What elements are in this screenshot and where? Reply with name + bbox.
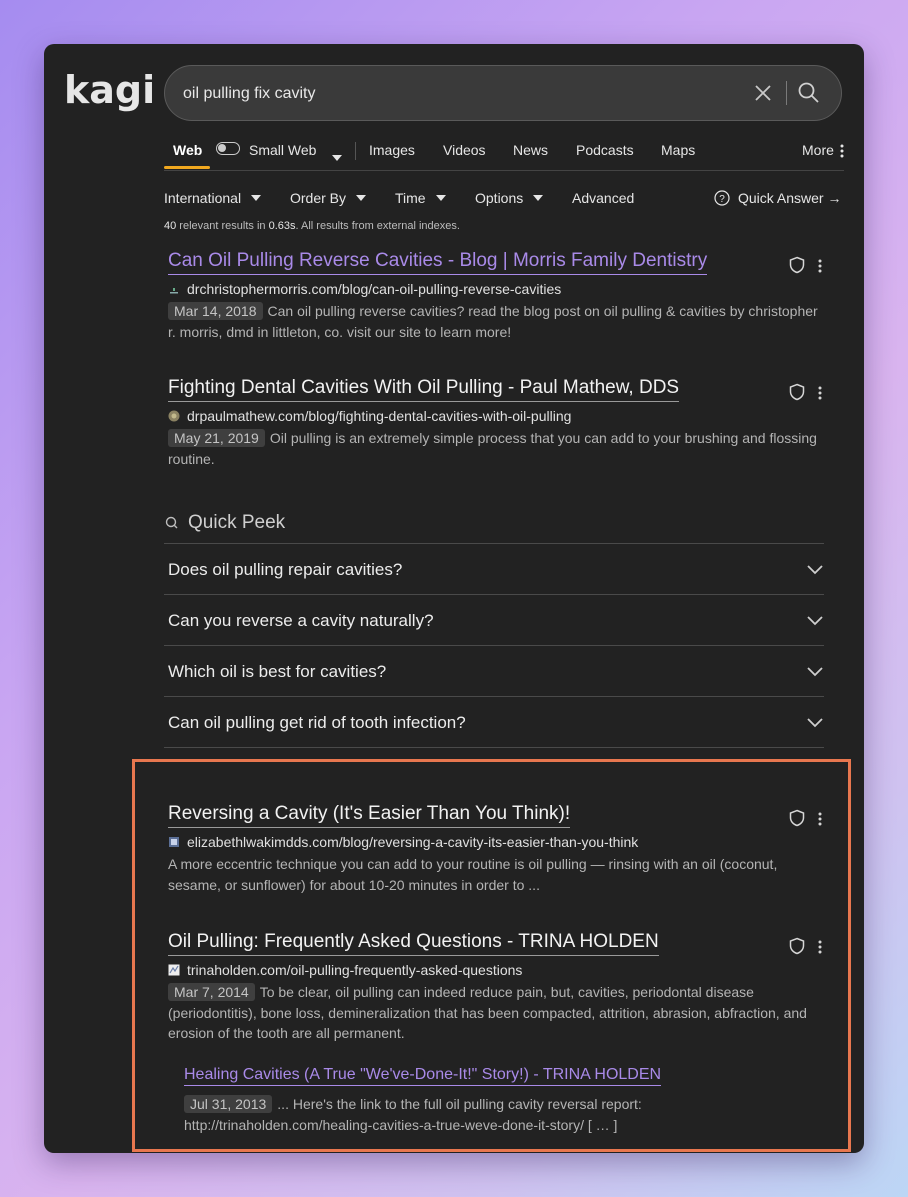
search-divider [786,81,787,105]
result-title-link[interactable]: Fighting Dental Cavities With Oil Pullin… [168,377,680,402]
quick-peek-question: Can you reverse a cavity naturally? [168,611,434,630]
result-title-link[interactable]: Can Oil Pulling Reverse Cavities - Blog … [168,250,708,275]
tab-web[interactable]: Web [173,142,202,158]
sub-result-snippet: Jul 31, 2013... Here's the link to the f… [184,1095,642,1133]
results-stats: 40 relevant results in 0.63s. All result… [164,220,460,232]
result-title-link[interactable]: Reversing a Cavity (It's Easier Than You… [168,803,571,828]
kebab-menu-icon[interactable] [818,258,822,274]
kagi-logo[interactable]: kagi [64,68,155,112]
chevron-down-icon [435,195,446,201]
result-url[interactable]: drchristophermorris.com/blog/can-oil-pul… [168,281,828,297]
quick-peek-question: Can oil pulling get rid of tooth infecti… [168,713,466,732]
kebab-menu-icon[interactable] [818,811,822,827]
search-nav: Web Small Web Images Videos News Podcast… [164,138,844,171]
quick-peek-icon [165,516,178,529]
chevron-down-icon [807,718,823,728]
filter-time[interactable]: Time [395,190,446,206]
filter-order-by[interactable]: Order By [290,190,367,206]
shield-icon[interactable] [788,937,806,955]
favicon-icon [170,288,178,294]
tab-maps[interactable]: Maps [661,142,695,158]
result-url[interactable]: elizabethlwakimdds.com/blog/reversing-a-… [168,834,828,850]
tab-images[interactable]: Images [369,142,415,158]
active-tab-indicator [164,166,210,169]
chevron-down-icon [251,195,262,201]
result-actions [788,256,828,276]
tab-news[interactable]: News [513,142,548,158]
browser-window: kagi Web Small Web Images Videos News Po… [44,44,864,1153]
filter-international[interactable]: International [164,190,262,206]
favicon-icon [169,837,179,847]
kebab-menu-icon[interactable] [818,385,822,401]
small-web-toggle[interactable] [216,142,240,155]
result-date: Mar 7, 2014 [168,983,255,1001]
search-input[interactable] [181,80,745,108]
result-date: Mar 14, 2018 [168,302,263,320]
filter-advanced[interactable]: Advanced [572,190,634,206]
nav-divider [355,142,356,160]
shield-icon[interactable] [788,256,806,274]
sub-result-title-link[interactable]: Healing Cavities (A True "We've-Done-It!… [184,1066,662,1086]
search-result: Reversing a Cavity (It's Easier Than You… [168,803,828,895]
chevron-down-icon [807,667,823,677]
result-date: May 21, 2019 [168,429,265,447]
favicon-icon [168,964,180,976]
result-actions [788,383,828,403]
more-kebab-icon[interactable] [840,144,844,158]
clear-icon[interactable] [753,83,773,103]
quick-peek-item[interactable]: Can oil pulling get rid of tooth infecti… [164,697,824,748]
filter-bar: International Order By Time Options Adva… [164,190,844,214]
result-title-link[interactable]: Oil Pulling: Frequently Asked Questions … [168,931,659,956]
quick-peek-heading: Quick Peek [164,512,285,534]
favicon-icon [168,410,180,422]
chevron-down-icon[interactable] [332,148,342,164]
search-result: Oil Pulling: Frequently Asked Questions … [168,931,828,1044]
result-actions [788,937,828,957]
result-date: Jul 31, 2013 [184,1095,273,1113]
quick-answer-link[interactable]: Quick Answer → [738,190,841,206]
tab-more[interactable]: More [802,142,834,158]
chevron-down-icon [807,616,823,626]
search-icon[interactable] [797,81,821,105]
result-url[interactable]: trinaholden.com/oil-pulling-frequently-a… [168,962,828,978]
quick-peek-list: Does oil pulling repair cavities? Can yo… [164,543,824,748]
shield-icon[interactable] [788,809,806,827]
quick-peek-question: Does oil pulling repair cavities? [168,560,403,579]
chevron-down-icon [533,195,544,201]
kebab-menu-icon[interactable] [818,939,822,955]
question-icon: ? [714,190,730,206]
result-snippet: Mar 14, 2018 Can oil pulling reverse cavi… [168,302,818,340]
result-snippet: May 21, 2019 Oil pulling is an extremely … [168,429,817,467]
sub-result: Healing Cavities (A True "We've-Done-It!… [184,1066,824,1135]
chevron-down-icon [356,195,367,201]
tab-videos[interactable]: Videos [443,142,486,158]
quick-peek-item[interactable]: Which oil is best for cavities? [164,646,824,697]
filter-options[interactable]: Options [475,190,544,206]
result-snippet: Mar 7, 2014 To be clear, oil pulling can … [168,983,807,1041]
shield-icon[interactable] [788,383,806,401]
result-actions [788,809,828,829]
svg-text:?: ? [719,194,725,205]
result-snippet: A more eccentric technique you can add t… [168,856,778,893]
search-result: Fighting Dental Cavities With Oil Pullin… [168,377,828,469]
search-bar [164,65,842,121]
tab-podcasts[interactable]: Podcasts [576,142,634,158]
tab-small-web[interactable]: Small Web [249,142,316,158]
chevron-down-icon [807,565,823,575]
search-result: Can Oil Pulling Reverse Cavities - Blog … [168,250,828,342]
result-url[interactable]: drpaulmathew.com/blog/fighting-dental-ca… [168,408,828,424]
quick-peek-question: Which oil is best for cavities? [168,662,387,681]
quick-peek-item[interactable]: Can you reverse a cavity naturally? [164,595,824,646]
quick-peek-item[interactable]: Does oil pulling repair cavities? [164,544,824,595]
